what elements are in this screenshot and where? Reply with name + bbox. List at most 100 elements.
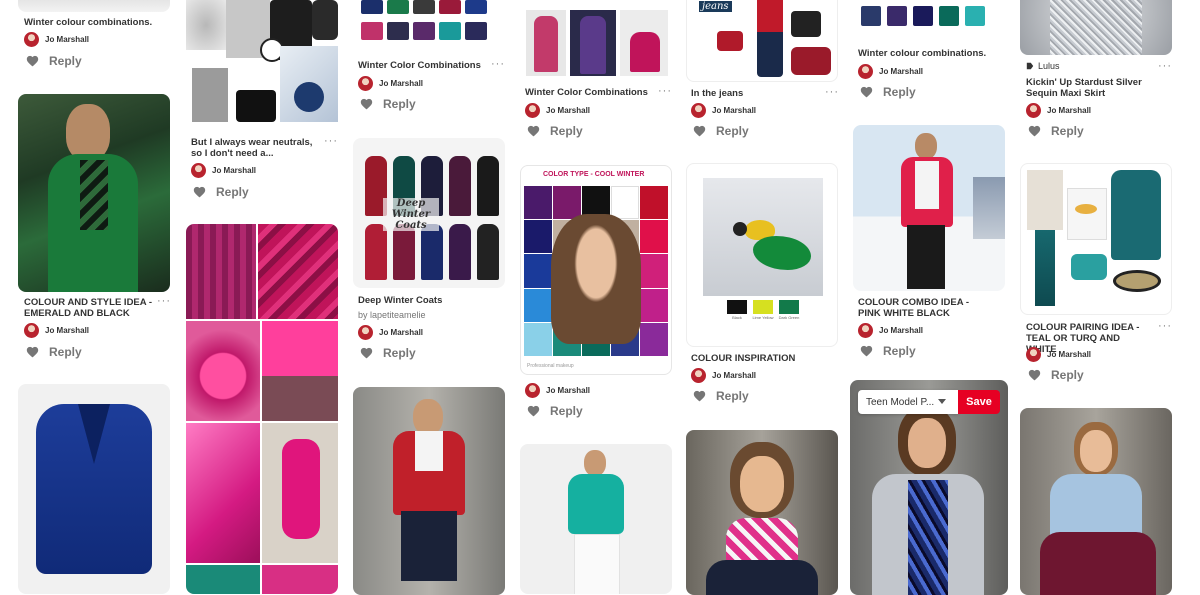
chevron-down-icon bbox=[938, 399, 947, 404]
pin-image[interactable]: jeans bbox=[686, 0, 838, 82]
pin-image[interactable]: Deep Winter Coats bbox=[353, 138, 505, 288]
pin-pinner[interactable]: Jo Marshall bbox=[24, 32, 89, 47]
avatar bbox=[691, 103, 706, 118]
tag-icon bbox=[1026, 62, 1034, 70]
reply-button[interactable]: Reply bbox=[360, 346, 416, 360]
image-text: Deep Winter Coats bbox=[383, 198, 439, 231]
swatch-label: Dark Green bbox=[778, 315, 800, 320]
pinner-name: Jo Marshall bbox=[45, 326, 90, 335]
pin-pinner[interactable]: Jo Marshall bbox=[1026, 103, 1091, 118]
avatar bbox=[24, 32, 39, 47]
pinner-name: Jo Marshall bbox=[212, 166, 257, 175]
more-options-icon[interactable]: ··· bbox=[1158, 320, 1172, 332]
reply-button[interactable]: Reply bbox=[693, 124, 749, 138]
more-options-icon[interactable]: ··· bbox=[1158, 60, 1172, 72]
pin-image[interactable]: Black Lime Yellow Dark Green bbox=[686, 163, 838, 347]
pin-title[interactable]: Winter Color Combinations bbox=[525, 87, 657, 98]
avatar bbox=[858, 323, 873, 338]
pin-image[interactable] bbox=[520, 8, 672, 80]
image-text: Professional makeup bbox=[527, 363, 574, 369]
avatar bbox=[858, 64, 873, 79]
pinner-name: Jo Marshall bbox=[1047, 106, 1092, 115]
pin-image[interactable]: COLOR TYPE - COOL WINTER Professional ma… bbox=[520, 165, 672, 375]
pin-pinner[interactable]: Jo Marshall bbox=[525, 383, 590, 398]
reply-button[interactable]: Reply bbox=[1028, 124, 1084, 138]
pin-title[interactable]: Kickin' Up Stardust Silver Sequin Maxi S… bbox=[1026, 77, 1151, 99]
more-options-icon[interactable]: ··· bbox=[324, 135, 338, 147]
reply-button[interactable]: Reply bbox=[860, 344, 916, 358]
pin-pinner[interactable]: Jo Marshall bbox=[525, 103, 590, 118]
avatar bbox=[691, 368, 706, 383]
pin-source[interactable]: by lapetiteamelie bbox=[358, 310, 426, 320]
heart-icon bbox=[360, 98, 373, 110]
pin-image[interactable] bbox=[1020, 0, 1172, 55]
pin-pinner[interactable]: Jo Marshall bbox=[1026, 347, 1091, 362]
reply-button[interactable]: Reply bbox=[193, 185, 249, 199]
pin-pinner[interactable]: Jo Marshall bbox=[858, 64, 923, 79]
pin-pinner[interactable]: Jo Marshall bbox=[691, 103, 756, 118]
heart-icon bbox=[527, 125, 540, 137]
pin-image[interactable] bbox=[1020, 408, 1172, 595]
pin-image[interactable] bbox=[18, 0, 170, 12]
board-name: Teen Model P... bbox=[866, 396, 935, 408]
pin-image[interactable] bbox=[520, 444, 672, 594]
pinner-name: Jo Marshall bbox=[546, 106, 591, 115]
pinner-name: Jo Marshall bbox=[379, 79, 424, 88]
reply-button[interactable]: Reply bbox=[1028, 368, 1084, 382]
more-options-icon[interactable]: ··· bbox=[157, 295, 171, 307]
pin-pinner[interactable]: Jo Marshall bbox=[691, 368, 756, 383]
pin-image[interactable] bbox=[853, 125, 1005, 291]
reply-button[interactable]: Reply bbox=[26, 345, 82, 359]
pin-pinner[interactable]: Jo Marshall bbox=[358, 76, 423, 91]
reply-button[interactable]: Reply bbox=[693, 389, 749, 403]
save-bar[interactable]: Teen Model P... Save bbox=[858, 390, 1000, 414]
pin-title[interactable]: COLOUR INSPIRATION bbox=[691, 353, 823, 364]
pin-image[interactable] bbox=[186, 224, 338, 594]
heart-icon bbox=[693, 125, 706, 137]
pin-title[interactable]: Winter colour combinations. bbox=[858, 48, 998, 59]
pin-image[interactable] bbox=[18, 94, 170, 292]
reply-button[interactable]: Reply bbox=[860, 85, 916, 99]
more-options-icon[interactable]: ··· bbox=[658, 85, 672, 97]
reply-button[interactable]: Reply bbox=[527, 124, 583, 138]
board-select[interactable]: Teen Model P... bbox=[858, 390, 958, 414]
more-options-icon[interactable]: ··· bbox=[491, 58, 505, 70]
pin-title[interactable]: Winter Color Combinations bbox=[358, 60, 490, 71]
pin-title[interactable]: COLOUR AND STYLE IDEA - EMERALD AND BLAC… bbox=[24, 297, 156, 319]
image-text: jeans bbox=[699, 1, 732, 12]
pin-title[interactable]: Winter colour combinations. bbox=[24, 17, 164, 28]
pin-pinner[interactable]: Jo Marshall bbox=[24, 323, 89, 338]
pin-image[interactable] bbox=[186, 0, 338, 131]
more-options-icon[interactable]: ··· bbox=[825, 86, 839, 98]
pin-image[interactable] bbox=[353, 0, 505, 54]
reply-button[interactable]: Reply bbox=[527, 404, 583, 418]
swatch-label: Black bbox=[732, 315, 742, 320]
pin-title[interactable]: But I always wear neutrals, so I don't n… bbox=[191, 137, 319, 159]
avatar bbox=[358, 325, 373, 340]
pinner-name: Jo Marshall bbox=[879, 67, 924, 76]
pin-source[interactable]: Lulus bbox=[1026, 61, 1060, 71]
pin-title[interactable]: In the jeans bbox=[691, 88, 823, 99]
pin-pinner[interactable]: Jo Marshall bbox=[358, 325, 423, 340]
pin-image[interactable] bbox=[686, 430, 838, 595]
pinner-name: Jo Marshall bbox=[1047, 350, 1092, 359]
reply-button[interactable]: Reply bbox=[26, 54, 82, 68]
pin-title[interactable]: COLOUR COMBO IDEA -PINK WHITE BLACK bbox=[858, 297, 990, 319]
heart-icon bbox=[1028, 125, 1041, 137]
pin-pinner[interactable]: Jo Marshall bbox=[858, 323, 923, 338]
avatar bbox=[1026, 347, 1041, 362]
image-text: COLOR TYPE - COOL WINTER bbox=[543, 171, 645, 178]
pin-title[interactable]: Deep Winter Coats bbox=[358, 295, 490, 306]
pin-image[interactable] bbox=[18, 384, 170, 594]
save-button[interactable]: Save bbox=[958, 390, 1000, 414]
avatar bbox=[525, 383, 540, 398]
pin-image[interactable] bbox=[353, 387, 505, 595]
pin-pinner[interactable]: Jo Marshall bbox=[191, 163, 256, 178]
heart-icon bbox=[193, 186, 206, 198]
pin-image[interactable] bbox=[1020, 163, 1172, 315]
pin-image[interactable] bbox=[853, 0, 1005, 44]
avatar bbox=[525, 103, 540, 118]
avatar bbox=[1026, 103, 1041, 118]
reply-button[interactable]: Reply bbox=[360, 97, 416, 111]
pinner-name: Jo Marshall bbox=[546, 386, 591, 395]
